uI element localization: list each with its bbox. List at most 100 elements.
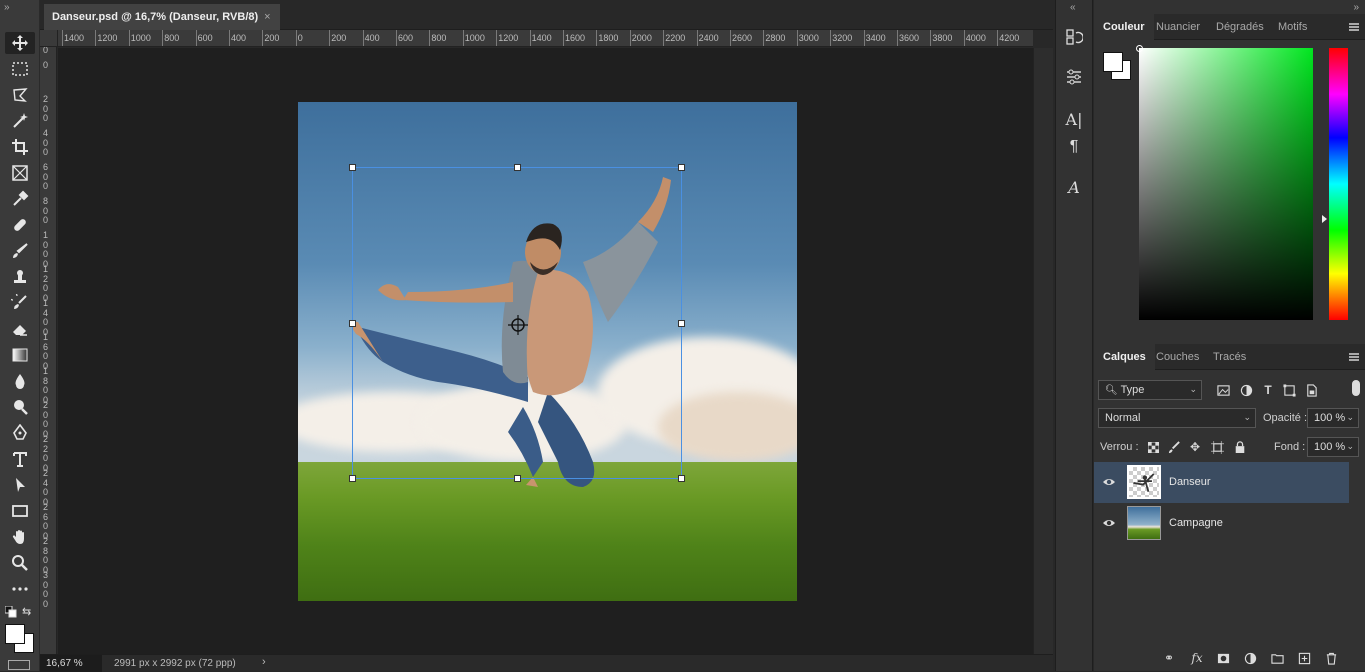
lock-artboard-icon[interactable] [1209,439,1225,455]
tab-couleur[interactable]: Couleur [1094,14,1154,40]
new-layer-icon[interactable] [1296,650,1312,666]
pen-icon[interactable] [5,422,35,444]
ruler-tick [863,30,865,46]
transform-handle-right[interactable] [678,320,685,327]
move-icon[interactable] [5,32,35,54]
document-tab[interactable]: Danseur.psd @ 16,7% (Danseur, RVB/8) × [44,4,280,30]
reference-point-icon[interactable] [508,315,528,335]
eyedropper-icon[interactable] [5,188,35,210]
filter-type-icon[interactable]: T [1260,382,1276,398]
transform-handle-bottom[interactable] [514,475,521,482]
transform-bounding-box[interactable] [349,164,685,482]
transform-handle-top-left[interactable] [349,164,356,171]
quick-mask-icon[interactable] [8,660,30,670]
tab-motifs[interactable]: Motifs [1269,14,1316,40]
lock-pixels-icon[interactable] [1166,439,1182,455]
vertical-scrollbar[interactable] [1033,48,1053,654]
crop-icon[interactable] [5,136,35,158]
new-group-icon[interactable] [1269,650,1285,666]
ruler-tick [329,30,331,46]
paragraph-panel-icon[interactable]: ¶ [1061,134,1087,160]
fill-input[interactable]: 100 % ⌄ [1307,437,1359,457]
adjustments-panel-icon[interactable] [1061,64,1087,90]
swap-colors-icon[interactable]: ⇆ [22,605,34,618]
collapse-panels-icon[interactable]: « [1070,2,1076,13]
frame-icon[interactable] [5,162,35,184]
color-field[interactable] [1136,45,1313,320]
gradient-icon[interactable] [5,344,35,366]
history-brush-icon[interactable] [5,292,35,314]
hand-icon[interactable] [5,526,35,548]
tab-degrades[interactable]: Dégradés [1207,14,1273,40]
tab-traces[interactable]: Tracés [1204,344,1255,370]
type-icon[interactable] [5,448,35,470]
default-colors-icon[interactable] [4,605,17,618]
color-field-cursor[interactable] [1136,45,1143,52]
horizontal-ruler[interactable]: 1400 1200 1000 800 600 400 200 0 200 400 600 800 100… [58,30,1033,47]
opacity-input[interactable]: 100 % ⌄ [1307,408,1359,428]
status-menu-arrow-icon[interactable]: › [262,656,266,668]
collapse-right-panels-icon[interactable]: » [1353,2,1359,13]
stamp-icon[interactable] [5,266,35,288]
chevron-down-icon: ⌄ [1346,441,1354,451]
lasso-icon[interactable] [5,84,35,106]
glyphs-panel-icon[interactable]: A [1061,174,1087,200]
tab-calques[interactable]: Calques [1094,344,1155,370]
magic-wand-icon[interactable] [5,110,35,132]
layer-style-icon[interactable]: fx [1189,650,1205,666]
lock-all-icon[interactable] [1232,439,1248,455]
filter-smart-object-icon[interactable] [1303,382,1319,398]
transform-handle-bottom-left[interactable] [349,475,356,482]
color-panel-tabs: Couleur Nuancier Dégradés Motifs [1094,14,1365,40]
ruler-label: 2000 [631,33,652,43]
zoom-icon[interactable] [5,552,35,574]
character-panel-icon[interactable]: A| [1061,106,1087,132]
lock-position-icon[interactable]: ✥ [1187,439,1203,455]
tab-nuancier[interactable]: Nuancier [1147,14,1209,40]
foreground-color-swatch[interactable] [5,624,25,644]
add-mask-icon[interactable] [1215,650,1231,666]
layers-panel-menu-icon[interactable] [1349,353,1359,361]
marquee-icon[interactable] [5,58,35,80]
more-tools-icon[interactable] [5,578,35,600]
filter-shape-icon[interactable] [1281,382,1297,398]
transform-handle-top[interactable] [514,164,521,171]
new-adjustment-layer-icon[interactable] [1242,650,1258,666]
filter-pixel-icon[interactable] [1215,382,1231,398]
eraser-icon[interactable] [5,318,35,340]
filter-adjustment-icon[interactable] [1238,382,1254,398]
filter-toggle-switch[interactable] [1352,380,1360,396]
brush-icon[interactable] [5,240,35,262]
vertical-ruler[interactable]: 2000200400600800100012001400160018002000… [40,47,57,654]
ruler-origin[interactable] [40,30,58,47]
layer-row-campagne[interactable]: Campagne [1094,503,1349,544]
visibility-eye-icon[interactable] [1102,516,1116,530]
chevron-down-icon: ⌄ [1346,412,1354,422]
collapse-toolbar-icon[interactable]: » [4,2,36,14]
transform-handle-left[interactable] [349,320,356,327]
transform-handle-bottom-right[interactable] [678,475,685,482]
history-panel-icon[interactable] [1061,24,1087,50]
lock-transparency-icon[interactable] [1145,439,1161,455]
hue-slider[interactable] [1329,48,1348,320]
link-layers-icon[interactable]: ⚭ [1161,650,1177,666]
delete-layer-icon[interactable] [1323,650,1339,666]
blend-mode-select[interactable]: Normal ⌄ [1098,408,1256,428]
panel-foreground-swatch[interactable] [1103,52,1123,72]
close-tab-icon[interactable]: × [264,11,270,23]
visibility-eye-icon[interactable] [1102,475,1116,489]
layer-name: Danseur [1169,476,1211,488]
path-selection-icon[interactable] [5,474,35,496]
color-panel-menu-icon[interactable] [1349,23,1359,31]
dodge-icon[interactable] [5,396,35,418]
hue-slider-marker[interactable] [1322,215,1327,223]
layer-row-danseur[interactable]: Danseur [1094,462,1349,503]
transform-handle-top-right[interactable] [678,164,685,171]
rectangle-icon[interactable] [5,500,35,522]
healing-brush-icon[interactable] [5,214,35,236]
zoom-level-field[interactable]: 16,67 % [40,655,102,672]
tab-couches[interactable]: Couches [1147,344,1208,370]
blur-icon[interactable] [5,370,35,392]
ruler-label: 3800 [932,33,953,43]
layer-filter-select[interactable]: 🔍︎ Type ⌄ [1098,380,1202,400]
